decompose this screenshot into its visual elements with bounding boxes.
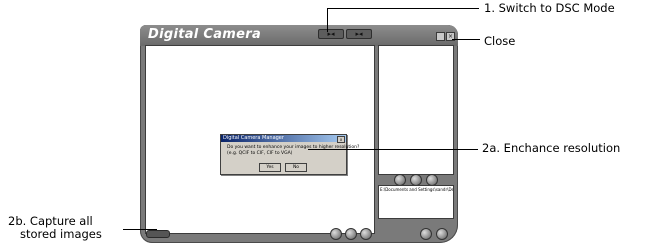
callout-switch-dsc: 1. Switch to DSC Mode	[484, 1, 615, 15]
bottom-round-button-1[interactable]	[330, 228, 342, 240]
bottom-round-button-3[interactable]	[360, 228, 372, 240]
capture-all-button[interactable]	[146, 230, 170, 238]
title-bar: Digital Camera ▸◂ ▸◂ ×	[140, 25, 458, 46]
thumbnail-panel	[378, 45, 454, 175]
dialog-title: Digital Camera Manager	[223, 135, 284, 141]
digital-camera-window: Digital Camera ▸◂ ▸◂ × Digital Camera Ma…	[140, 25, 458, 243]
main-preview-area: Digital Camera Manager x Do you want to …	[145, 45, 375, 234]
no-button[interactable]: No	[285, 163, 307, 172]
leader-switch-horizontal	[327, 8, 479, 9]
enhance-resolution-dialog: Digital Camera Manager x Do you want to …	[220, 134, 359, 175]
bottom-round-button-5[interactable]	[436, 228, 448, 240]
callout-capture-line1: 2b. Capture all	[8, 214, 93, 228]
app-title: Digital Camera	[148, 27, 262, 42]
bottom-round-button-2[interactable]	[345, 228, 357, 240]
dialog-message-line2: (e.g. QCIF to CIF, CIF to VGA)	[227, 151, 293, 156]
dialog-close-button[interactable]: x	[337, 136, 345, 143]
switch-dsc-mode-button[interactable]: ▸◂	[318, 29, 344, 39]
leader-close	[452, 39, 480, 40]
folder-path-box: E:\Documents and Settings\sandr\De	[378, 185, 454, 219]
yes-button[interactable]: Yes	[259, 163, 281, 172]
callout-capture-line2: stored images	[20, 227, 102, 241]
leader-switch-vertical	[327, 8, 328, 32]
leader-capture	[123, 229, 157, 230]
callout-enhance: 2a. Enchance resolution	[482, 141, 621, 155]
dialog-title-bar: Digital Camera Manager x	[221, 135, 346, 143]
folder-path-text: E:\Documents and Settings\sandr\De	[380, 187, 454, 192]
leader-enhance	[308, 149, 478, 150]
bottom-round-button-4[interactable]	[420, 228, 432, 240]
callout-close: Close	[484, 34, 516, 48]
mode-toggle-button[interactable]: ▸◂	[346, 29, 372, 39]
minimize-button[interactable]	[436, 32, 445, 41]
